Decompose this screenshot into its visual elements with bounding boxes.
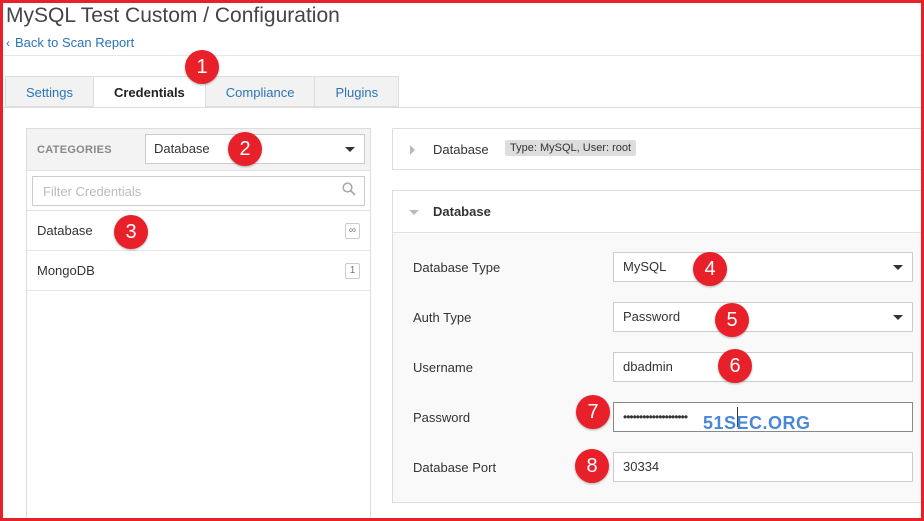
auth-type-select[interactable]: Password (613, 302, 913, 332)
annotation-marker-4: 4 (693, 252, 727, 286)
credential-count-badge: 1 (345, 263, 360, 279)
password-label: Password (413, 410, 471, 425)
summary-title: Database (433, 142, 489, 157)
credential-summary-row[interactable]: Database Type: MySQL, User: root (392, 128, 924, 170)
database-port-label: Database Port (413, 460, 497, 475)
annotation-marker-2: 2 (228, 132, 262, 166)
password-value: •••••••••••••••••••• (623, 410, 688, 424)
database-type-value: MySQL (623, 259, 667, 274)
tab-divider (3, 107, 921, 108)
credential-item-label: Database (37, 223, 93, 238)
credential-item-mongodb[interactable]: MongoDB 1 (27, 251, 370, 291)
credential-count-badge: ∞ (344, 223, 360, 239)
filter-credentials-input[interactable] (32, 176, 365, 206)
filter-wrap (27, 171, 370, 211)
credential-item-database[interactable]: Database ∞ (27, 211, 370, 251)
category-select-value: Database (154, 141, 210, 156)
chevron-down-icon (345, 147, 355, 152)
database-port-input[interactable]: 30334 (613, 452, 913, 482)
annotation-marker-6: 6 (718, 349, 752, 383)
chevron-right-icon (410, 145, 415, 155)
annotation-marker-1: 1 (185, 50, 219, 84)
username-input[interactable]: dbadmin (613, 352, 913, 382)
page-title: MySQL Test Custom / Configuration (6, 4, 340, 27)
chevron-left-icon: ‹ (6, 36, 10, 50)
back-to-scan-report-link[interactable]: ‹ Back to Scan Report (6, 35, 134, 50)
auth-type-value: Password (623, 309, 681, 324)
credential-item-label: MongoDB (37, 263, 95, 278)
database-type-select[interactable]: MySQL (613, 252, 913, 282)
categories-label: CATEGORIES (37, 144, 112, 156)
categories-bar: CATEGORIES Database (27, 129, 370, 171)
tab-credentials[interactable]: Credentials (92, 76, 205, 107)
annotation-marker-7: 7 (576, 395, 610, 429)
database-type-label: Database Type (413, 260, 501, 275)
username-label: Username (413, 360, 473, 375)
chevron-down-icon (409, 210, 419, 215)
database-credential-form: Database Database Type MySQL Auth Type P… (392, 190, 924, 503)
tab-plugins[interactable]: Plugins (314, 76, 400, 107)
back-link-label: Back to Scan Report (15, 35, 135, 50)
tab-compliance[interactable]: Compliance (204, 76, 315, 107)
auth-type-label: Auth Type (413, 310, 472, 325)
tab-settings[interactable]: Settings (5, 76, 93, 107)
credentials-sidebar: CATEGORIES Database Database ∞ MongoDB 1 (26, 128, 371, 521)
watermark: 51SEC.ORG (703, 413, 811, 433)
annotation-marker-8: 8 (575, 449, 609, 483)
chevron-down-icon (893, 265, 903, 270)
detail-header[interactable]: Database (393, 191, 923, 233)
detail-title: Database (433, 204, 491, 219)
annotation-marker-5: 5 (715, 303, 749, 337)
header-divider (3, 55, 921, 56)
annotation-marker-3: 3 (114, 215, 148, 249)
chevron-down-icon (893, 315, 903, 320)
search-icon[interactable] (342, 182, 356, 196)
database-port-value: 30334 (623, 459, 660, 474)
username-value: dbadmin (623, 359, 673, 374)
summary-badge: Type: MySQL, User: root (505, 140, 637, 156)
